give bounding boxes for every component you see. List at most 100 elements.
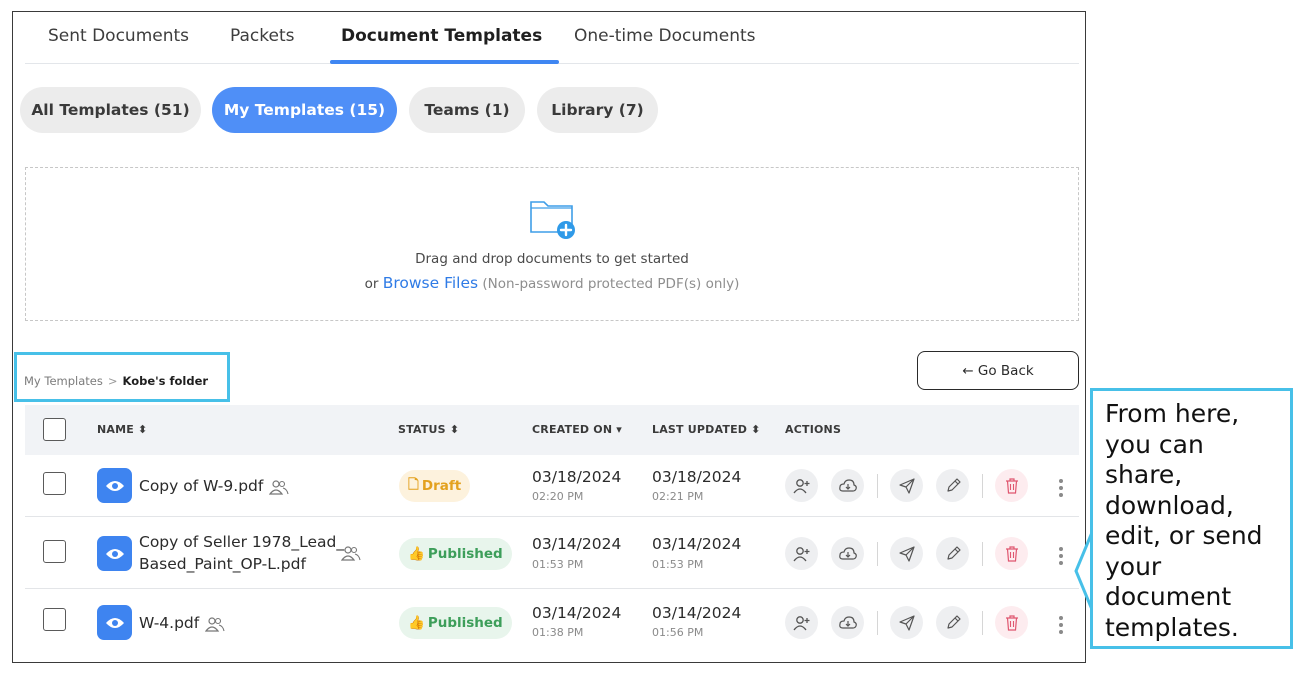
updated-time: 02:21 PM bbox=[652, 490, 704, 503]
tab-one-time-documents[interactable]: One-time Documents bbox=[574, 26, 756, 46]
filter-teams[interactable]: Teams (1) bbox=[409, 87, 525, 133]
filter-my-templates[interactable]: My Templates (15) bbox=[212, 87, 397, 133]
preview-eye-icon[interactable] bbox=[97, 468, 132, 503]
dropzone-instruction: Drag and drop documents to get started bbox=[415, 251, 689, 267]
status-badge-draft: 🗋 Draft bbox=[399, 470, 471, 502]
file-name[interactable]: Copy of W-9.pdf bbox=[139, 475, 289, 497]
dropzone-note: (Non-password protected PDF(s) only) bbox=[482, 276, 740, 292]
column-last-updated[interactable]: LAST UPDATED ⬍ bbox=[652, 423, 761, 436]
share-user-icon[interactable] bbox=[785, 469, 818, 502]
file-name-line1: Copy of Seller 1978_Lead_ bbox=[139, 533, 345, 551]
active-tab-indicator bbox=[330, 60, 559, 64]
go-back-button[interactable]: ← Go Back bbox=[917, 351, 1079, 390]
browse-files-link[interactable]: Browse Files bbox=[383, 274, 478, 292]
updated-time: 01:56 PM bbox=[652, 626, 704, 639]
created-time: 01:38 PM bbox=[532, 626, 584, 639]
app-frame: Sent Documents Packets Document Template… bbox=[12, 11, 1086, 663]
send-icon[interactable] bbox=[890, 606, 923, 639]
tab-sent-documents[interactable]: Sent Documents bbox=[48, 26, 189, 46]
action-divider bbox=[982, 611, 983, 635]
filter-all-templates[interactable]: All Templates (51) bbox=[20, 87, 201, 133]
created-time: 02:20 PM bbox=[532, 490, 584, 503]
select-all-checkbox[interactable] bbox=[43, 418, 66, 441]
row-checkbox[interactable] bbox=[43, 540, 66, 563]
callout-line: From here, bbox=[1105, 399, 1240, 428]
breadcrumb-parent[interactable]: My Templates bbox=[24, 374, 103, 388]
callout-text: From here, you can share, download, edit… bbox=[1105, 399, 1263, 643]
edit-pencil-icon[interactable] bbox=[936, 606, 969, 639]
tab-document-templates[interactable]: Document Templates bbox=[341, 26, 542, 46]
created-date: 03/14/2024 bbox=[532, 535, 622, 553]
breadcrumb-current: Kobe's folder bbox=[122, 374, 209, 388]
dropzone-browse-line: or Browse Files (Non-password protected … bbox=[26, 274, 1078, 292]
action-divider bbox=[877, 542, 878, 566]
download-cloud-icon[interactable] bbox=[831, 606, 864, 639]
send-icon[interactable] bbox=[890, 537, 923, 570]
created-time: 01:53 PM bbox=[532, 558, 584, 571]
breadcrumb: My Templates > Kobe's folder bbox=[24, 374, 208, 388]
updated-date: 03/14/2024 bbox=[652, 604, 742, 622]
shared-users-icon bbox=[205, 616, 225, 632]
row-checkbox[interactable] bbox=[43, 608, 66, 631]
status-text: Published bbox=[427, 615, 503, 631]
share-user-icon[interactable] bbox=[785, 537, 818, 570]
callout-line: your bbox=[1105, 551, 1162, 581]
more-options-icon[interactable] bbox=[1058, 547, 1064, 568]
status-text: Draft bbox=[421, 478, 462, 494]
shared-users-icon bbox=[341, 546, 361, 561]
file-name[interactable]: W-4.pdf bbox=[139, 612, 225, 634]
file-name-text: W-4.pdf bbox=[139, 614, 200, 632]
updated-date: 03/14/2024 bbox=[652, 535, 742, 553]
draft-doc-icon: 🗋 bbox=[408, 476, 419, 493]
action-divider bbox=[877, 474, 878, 498]
updated-time: 01:53 PM bbox=[652, 558, 704, 571]
created-date: 03/18/2024 bbox=[532, 468, 622, 486]
file-name-line2: Based_Paint_OP-L.pdf bbox=[139, 555, 306, 573]
action-divider bbox=[982, 474, 983, 498]
table-row: W-4.pdf 👍 Published 03/14/2024 01:38 PM 0… bbox=[25, 589, 1079, 654]
column-status[interactable]: STATUS ⬍ bbox=[398, 423, 459, 436]
callout-line: share, bbox=[1105, 460, 1183, 489]
upload-dropzone[interactable]: Drag and drop documents to get started o… bbox=[25, 167, 1079, 321]
annotation-callout: From here, you can share, download, edit… bbox=[1090, 388, 1293, 649]
download-cloud-icon[interactable] bbox=[831, 537, 864, 570]
edit-pencil-icon[interactable] bbox=[936, 469, 969, 502]
delete-trash-icon[interactable] bbox=[995, 537, 1028, 570]
action-divider bbox=[877, 611, 878, 635]
table-row: Copy of Seller 1978_Lead_ Based_Paint_OP… bbox=[25, 517, 1079, 589]
column-created-on[interactable]: CREATED ON ▾ bbox=[532, 423, 622, 436]
dropzone-prefix: or bbox=[364, 276, 379, 292]
delete-trash-icon[interactable] bbox=[995, 469, 1028, 502]
download-cloud-icon[interactable] bbox=[831, 469, 864, 502]
file-name[interactable]: Copy of Seller 1978_Lead_ Based_Paint_OP… bbox=[139, 531, 344, 575]
shared-users-icon bbox=[269, 479, 289, 495]
action-divider bbox=[982, 542, 983, 566]
more-options-icon[interactable] bbox=[1058, 616, 1064, 637]
edit-pencil-icon[interactable] bbox=[936, 537, 969, 570]
file-name-text: Copy of W-9.pdf bbox=[139, 477, 264, 495]
row-checkbox[interactable] bbox=[43, 472, 66, 495]
send-icon[interactable] bbox=[890, 469, 923, 502]
status-badge-published: 👍 Published bbox=[399, 538, 512, 570]
share-user-icon[interactable] bbox=[785, 606, 818, 639]
updated-date: 03/18/2024 bbox=[652, 468, 742, 486]
preview-eye-icon[interactable] bbox=[97, 605, 132, 640]
preview-eye-icon[interactable] bbox=[97, 536, 132, 571]
callout-line: document bbox=[1105, 582, 1232, 611]
status-badge-published: 👍 Published bbox=[399, 607, 512, 639]
tab-bar: Sent Documents Packets Document Template… bbox=[25, 12, 1079, 64]
filter-library[interactable]: Library (7) bbox=[537, 87, 658, 133]
callout-line: templates. bbox=[1105, 612, 1239, 642]
table-header: NAME ⬍ STATUS ⬍ CREATED ON ▾ LAST UPDATE… bbox=[25, 405, 1079, 455]
tab-packets[interactable]: Packets bbox=[230, 26, 294, 46]
created-date: 03/14/2024 bbox=[532, 604, 622, 622]
status-text: Published bbox=[427, 546, 503, 562]
more-options-icon[interactable] bbox=[1058, 479, 1064, 500]
callout-line: download, bbox=[1105, 490, 1234, 520]
delete-trash-icon[interactable] bbox=[995, 606, 1028, 639]
callout-line: you can bbox=[1105, 429, 1204, 459]
table-row: Copy of W-9.pdf 🗋 Draft 03/18/2024 02:20 … bbox=[25, 455, 1079, 517]
folder-plus-icon bbox=[530, 201, 575, 239]
column-name[interactable]: NAME ⬍ bbox=[97, 423, 147, 436]
callout-line: edit, or send bbox=[1105, 521, 1263, 550]
